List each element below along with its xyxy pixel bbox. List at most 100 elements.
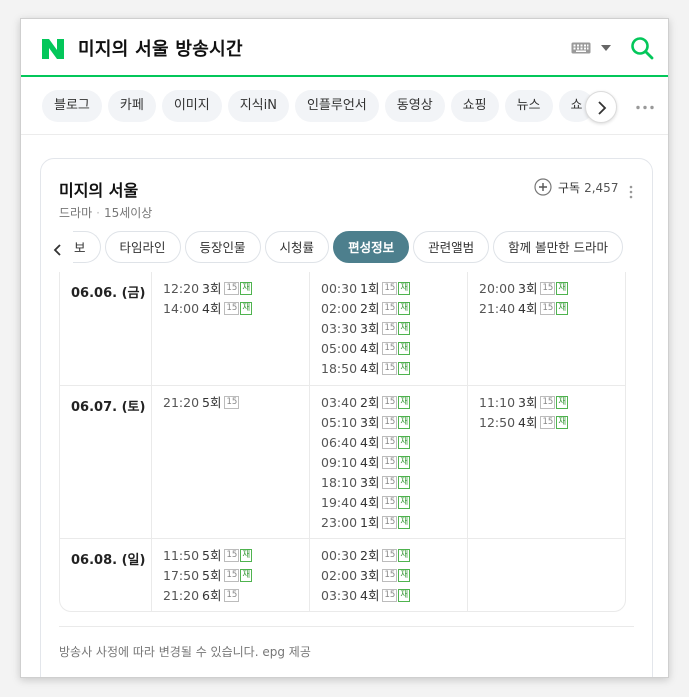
schedule-cell: 00:30 1회 15 재 02:00 2회 15 재 03:30 3회 15 재 05:00 4회 15 재… <box>309 272 467 385</box>
broadcast-time: 03:30 <box>321 588 358 603</box>
subtab-albums[interactable]: 관련앨범 <box>413 231 490 263</box>
episode-number: 4회 <box>518 415 538 430</box>
broadcast-time: 00:30 <box>321 548 358 563</box>
episode-number: 3회 <box>360 475 380 490</box>
rerun-badge: 재 <box>398 456 411 469</box>
rerun-badge: 재 <box>398 396 411 409</box>
episode-number: 4회 <box>360 361 380 376</box>
episode-number: 2회 <box>360 301 380 316</box>
keyboard-icon[interactable] <box>571 42 591 54</box>
age-rating-badge: 15 <box>382 396 398 409</box>
episode-number: 1회 <box>360 515 380 530</box>
tab-influencer[interactable]: 인플루언서 <box>294 90 379 122</box>
age-rating-badge: 15 <box>224 589 240 602</box>
drama-genre: 드라마 <box>59 206 93 220</box>
search-icon[interactable] <box>630 36 654 60</box>
tab-news[interactable]: 뉴스 <box>504 90 553 122</box>
more-horizontal-icon[interactable] <box>635 105 655 110</box>
broadcast-time: 17:50 <box>163 568 200 583</box>
rerun-badge: 재 <box>556 396 569 409</box>
schedule-cell <box>467 539 625 611</box>
age-rating-badge: 15 <box>224 549 240 562</box>
episode-number: 3회 <box>202 281 222 296</box>
age-rating-badge: 15 <box>382 549 398 562</box>
broadcast-time: 05:10 <box>321 415 358 430</box>
subtab-timeline[interactable]: 타임라인 <box>104 231 181 263</box>
rerun-badge: 재 <box>240 282 253 295</box>
broadcast-time: 18:10 <box>321 475 358 490</box>
schedule-entry: 12:20 3회 15 재 <box>163 279 309 299</box>
tab-kin[interactable]: 지식iN <box>227 90 289 122</box>
rerun-badge: 재 <box>398 362 411 375</box>
broadcast-time: 02:00 <box>321 568 358 583</box>
schedule-entry: 11:10 3회 15 재 <box>479 393 625 413</box>
subtab-cast[interactable]: 등장인물 <box>184 231 261 263</box>
broadcast-time: 03:40 <box>321 395 358 410</box>
broadcast-time: 23:00 <box>321 515 358 530</box>
chevron-down-icon[interactable] <box>601 45 611 51</box>
broadcast-time: 12:50 <box>479 415 516 430</box>
search-header: 미지의 서울 방송시간 <box>21 19 668 77</box>
subtab-recommended[interactable]: 함께 볼만한 드라마 <box>493 231 624 263</box>
episode-number: 3회 <box>518 395 538 410</box>
schedule-cell: 11:10 3회 15 재 12:50 4회 15 재 <box>467 386 625 538</box>
broadcast-time: 12:20 <box>163 281 200 296</box>
rerun-badge: 재 <box>398 416 411 429</box>
rerun-badge: 재 <box>398 322 411 335</box>
search-result-frame: 미지의 서울 방송시간 블로그 카페 이미지 지식iN 인플루언서 동영상 쇼핑 뉴스 쇼 <box>20 18 669 678</box>
schedule-cell: 20:00 3회 15 재 21:40 4회 15 재 <box>467 272 625 385</box>
rerun-badge: 재 <box>398 569 411 582</box>
search-tab-bar: 블로그 카페 이미지 지식iN 인플루언서 동영상 쇼핑 뉴스 쇼 <box>21 79 668 135</box>
search-query[interactable]: 미지의 서울 방송시간 <box>78 35 243 61</box>
broadcast-time: 05:00 <box>321 341 358 356</box>
episode-number: 6회 <box>202 588 222 603</box>
age-rating-badge: 15 <box>224 282 240 295</box>
subtab-partial[interactable]: 보 <box>73 231 101 263</box>
schedule-cell: 00:30 2회 15 재 02:00 3회 15 재 03:30 4회 15 재 <box>309 539 467 611</box>
rerun-badge: 재 <box>398 282 411 295</box>
rerun-badge: 재 <box>398 476 411 489</box>
drama-title[interactable]: 미지의 서울 <box>59 177 138 201</box>
schedule-date: 06.06. (금) <box>71 286 146 301</box>
tab-scroll-next-button[interactable] <box>585 91 617 123</box>
rerun-badge: 재 <box>398 436 411 449</box>
tab-blog[interactable]: 블로그 <box>42 90 102 122</box>
tab-image[interactable]: 이미지 <box>161 90 222 122</box>
episode-number: 4회 <box>360 435 380 450</box>
age-rating-badge: 15 <box>382 476 398 489</box>
rerun-badge: 재 <box>398 342 411 355</box>
schedule-entry: 02:00 2회 15 재 <box>321 299 467 319</box>
broadcast-time: 21:20 <box>163 588 200 603</box>
naver-logo-icon[interactable] <box>42 39 64 59</box>
episode-number: 5회 <box>202 568 222 583</box>
info-subtabs: 보 타임라인 등장인물 시청률 편성정보 관련앨범 함께 볼만한 드라마 <box>41 231 652 267</box>
age-rating-badge: 15 <box>382 416 398 429</box>
schedule-entry: 05:00 4회 15 재 <box>321 339 467 359</box>
schedule-row: 06.08. (일) 11:50 5회 15 재 17:50 5회 15 재 21:20 6회 15 0… <box>60 539 625 611</box>
episode-number: 4회 <box>360 588 380 603</box>
schedule-entry: 09:10 4회 15 재 <box>321 453 467 473</box>
drama-rating: 15세이상 <box>103 206 153 220</box>
schedule-entry: 21:40 4회 15 재 <box>479 299 625 319</box>
chevron-left-icon[interactable] <box>53 244 63 256</box>
age-rating-badge: 15 <box>382 589 398 602</box>
schedule-entry: 00:30 1회 15 재 <box>321 279 467 299</box>
schedule-entry: 18:10 3회 15 재 <box>321 473 467 493</box>
subscribe-count: 2,457 <box>584 181 619 195</box>
age-rating-badge: 15 <box>382 342 398 355</box>
subtab-schedule[interactable]: 편성정보 <box>333 231 410 263</box>
more-vertical-icon[interactable] <box>629 185 633 199</box>
episode-number: 5회 <box>202 548 222 563</box>
separator-dot: · <box>96 206 100 220</box>
broadcast-time: 03:30 <box>321 321 358 336</box>
tab-video[interactable]: 동영상 <box>384 90 445 122</box>
subtab-ratings[interactable]: 시청률 <box>264 231 330 263</box>
episode-number: 1회 <box>360 281 380 296</box>
tab-cafe[interactable]: 카페 <box>107 90 156 122</box>
schedule-entry: 18:50 4회 15 재 <box>321 359 467 379</box>
broadcast-time: 21:40 <box>479 301 516 316</box>
search-tabs: 블로그 카페 이미지 지식iN 인플루언서 동영상 쇼핑 뉴스 쇼 <box>42 90 602 124</box>
schedule-entry: 23:00 1회 15 재 <box>321 513 467 533</box>
tab-shopping[interactable]: 쇼핑 <box>450 90 499 122</box>
schedule-date: 06.08. (일) <box>71 553 146 568</box>
